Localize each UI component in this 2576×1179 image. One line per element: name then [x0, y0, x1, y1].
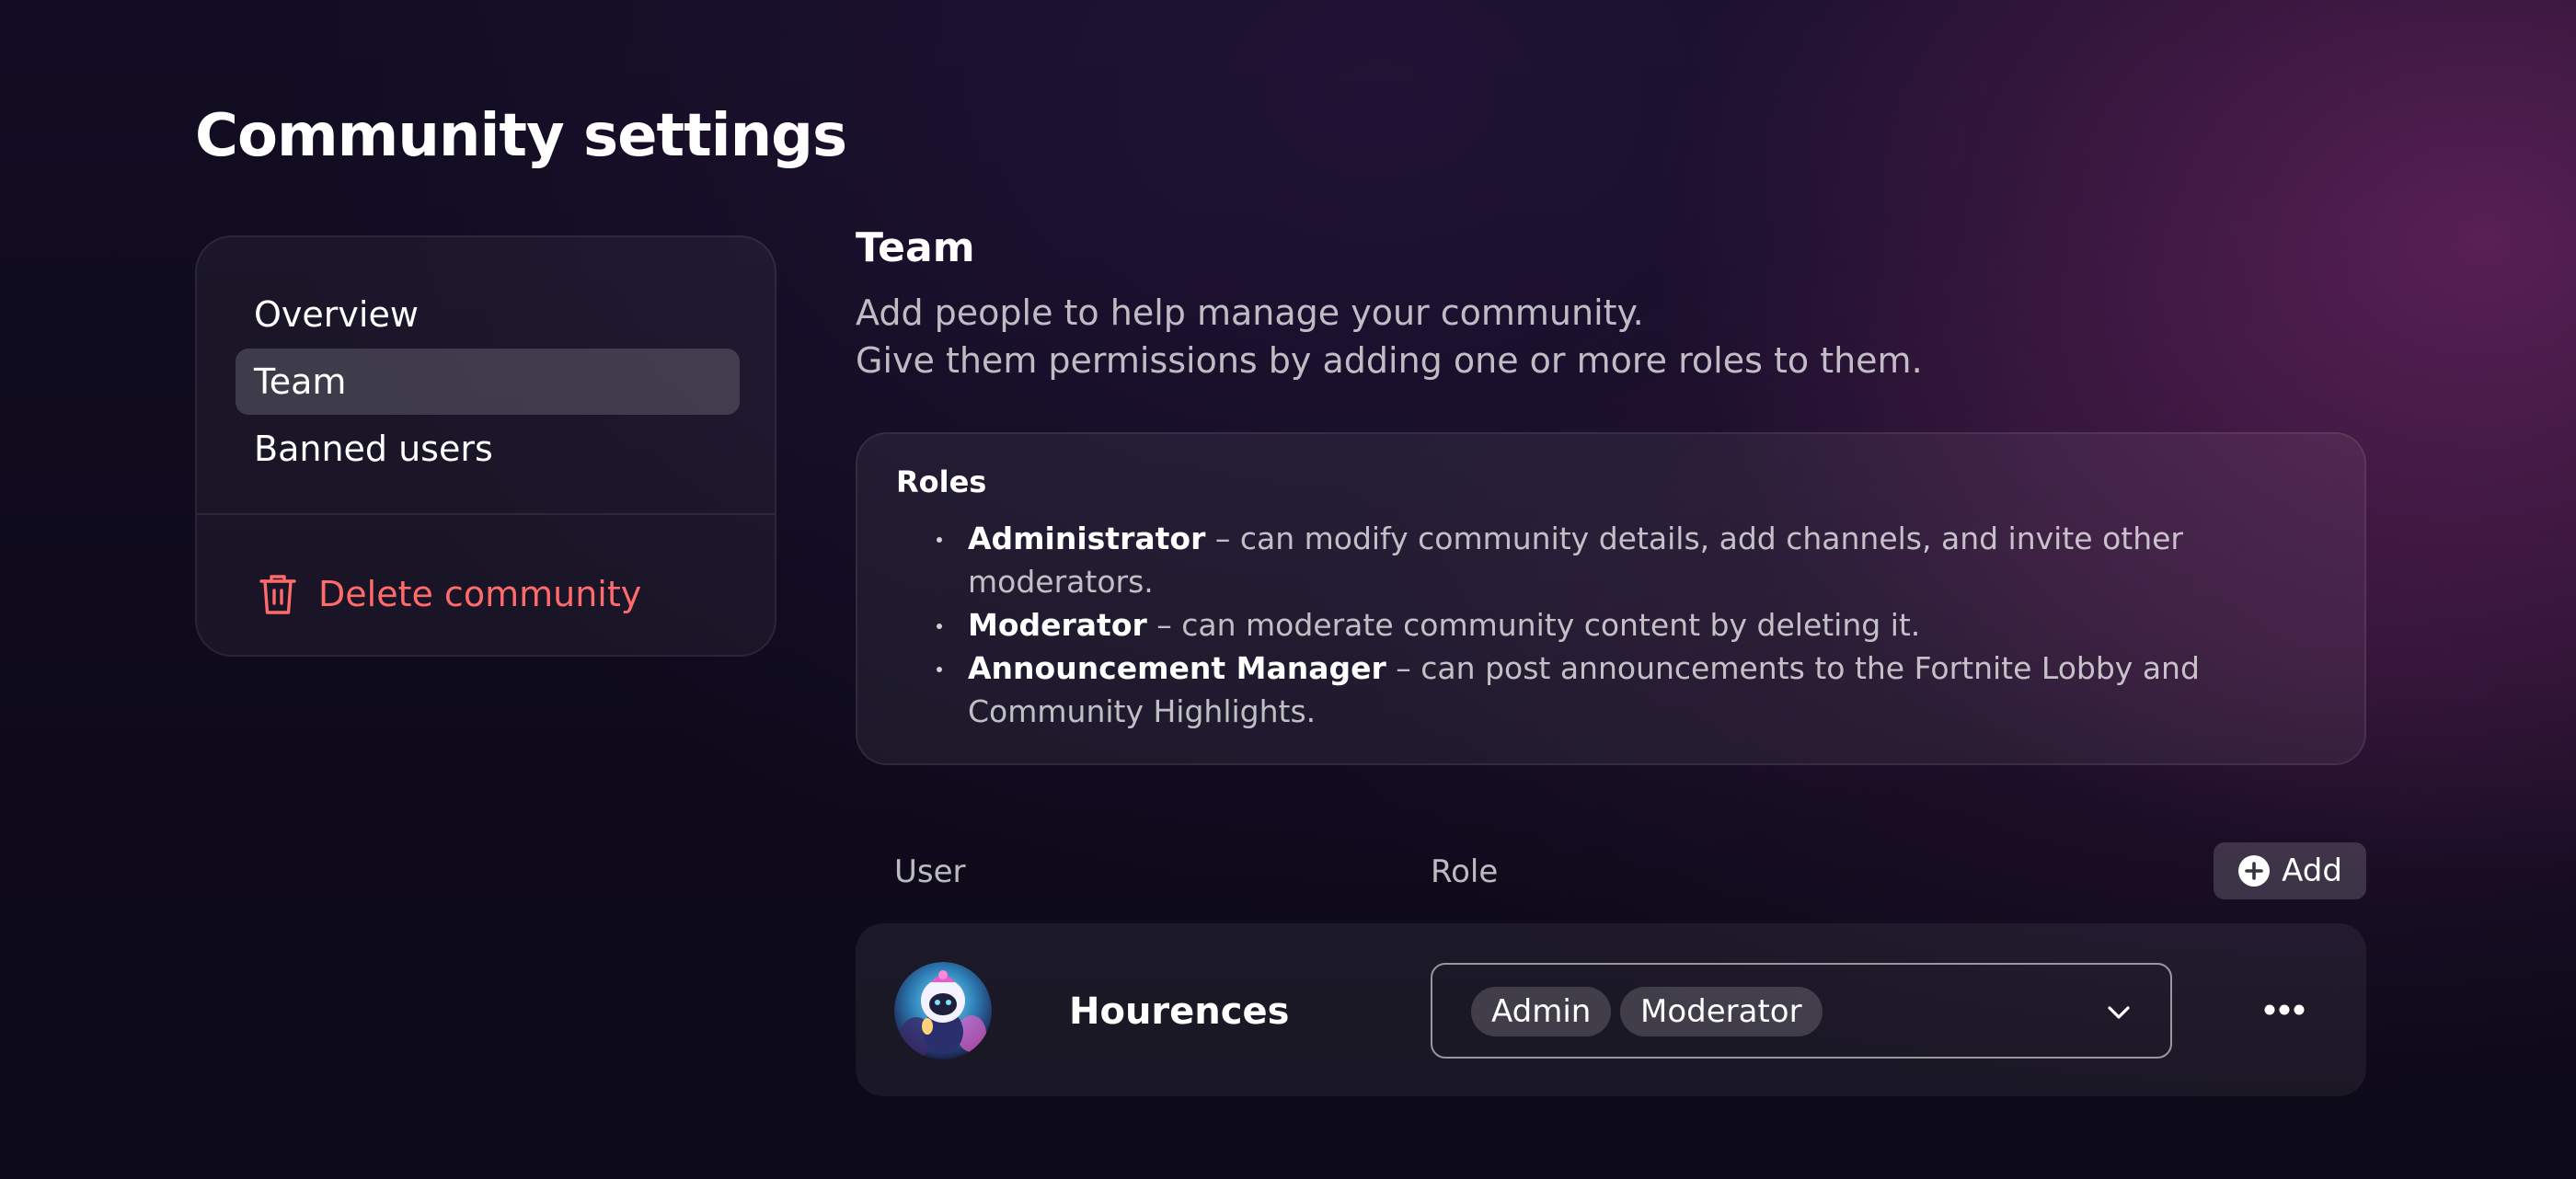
role-name: Moderator: [968, 607, 1147, 643]
add-button-label: Add: [2282, 853, 2342, 889]
table-row: Hourences Admin Moderator: [856, 923, 2366, 1096]
trash-icon: [258, 572, 298, 616]
role-chip-moderator: Moderator: [1620, 987, 1823, 1036]
section-description: Add people to help manage your community…: [856, 289, 1923, 384]
sidebar-divider: [197, 513, 775, 515]
bullet: [937, 624, 942, 629]
role-select[interactable]: Admin Moderator: [1431, 963, 2172, 1059]
role-description-item: Moderator – can moderate community conte…: [913, 603, 2274, 647]
row-more-options-button[interactable]: [2254, 982, 2315, 1037]
description-line: Give them permissions by adding one or m…: [856, 340, 1923, 381]
role-name: Administrator: [968, 521, 1206, 556]
roles-list: Administrator – can modify community det…: [913, 517, 2274, 733]
delete-community-button[interactable]: Delete community: [258, 550, 641, 638]
sidebar-nav: Overview Team Banned users: [236, 281, 740, 483]
sidebar-item-banned-users[interactable]: Banned users: [236, 416, 740, 482]
username: Hourences: [1069, 990, 1290, 1033]
more-horizontal-icon: [2263, 1003, 2306, 1016]
delete-community-label: Delete community: [318, 574, 642, 614]
roles-title: Roles: [896, 464, 987, 499]
section-title: Team: [856, 224, 975, 271]
role-name: Announcement Manager: [968, 650, 1386, 686]
role-description-item: Announcement Manager – can post announce…: [913, 647, 2274, 733]
avatar: [894, 962, 992, 1059]
column-header-role: Role: [1431, 853, 1499, 890]
bullet: [937, 667, 942, 672]
sidebar-item-overview[interactable]: Overview: [236, 281, 740, 348]
plus-circle-icon: [2237, 854, 2271, 887]
role-description: – can moderate community content by dele…: [1146, 607, 1921, 643]
description-line: Add people to help manage your community…: [856, 292, 1644, 333]
chevron-down-icon[interactable]: [2104, 998, 2133, 1027]
roles-info-card: Roles Administrator – can modify communi…: [856, 432, 2366, 765]
sidebar-item-team[interactable]: Team: [236, 349, 740, 415]
page-title: Community settings: [195, 102, 847, 170]
bullet: [937, 537, 942, 543]
role-chip-admin: Admin: [1471, 987, 1612, 1036]
column-header-user: User: [894, 853, 966, 890]
add-member-button[interactable]: Add: [2214, 842, 2366, 899]
role-description-item: Administrator – can modify community det…: [913, 517, 2274, 603]
settings-sidebar: Overview Team Banned users Delete commun…: [195, 235, 776, 657]
